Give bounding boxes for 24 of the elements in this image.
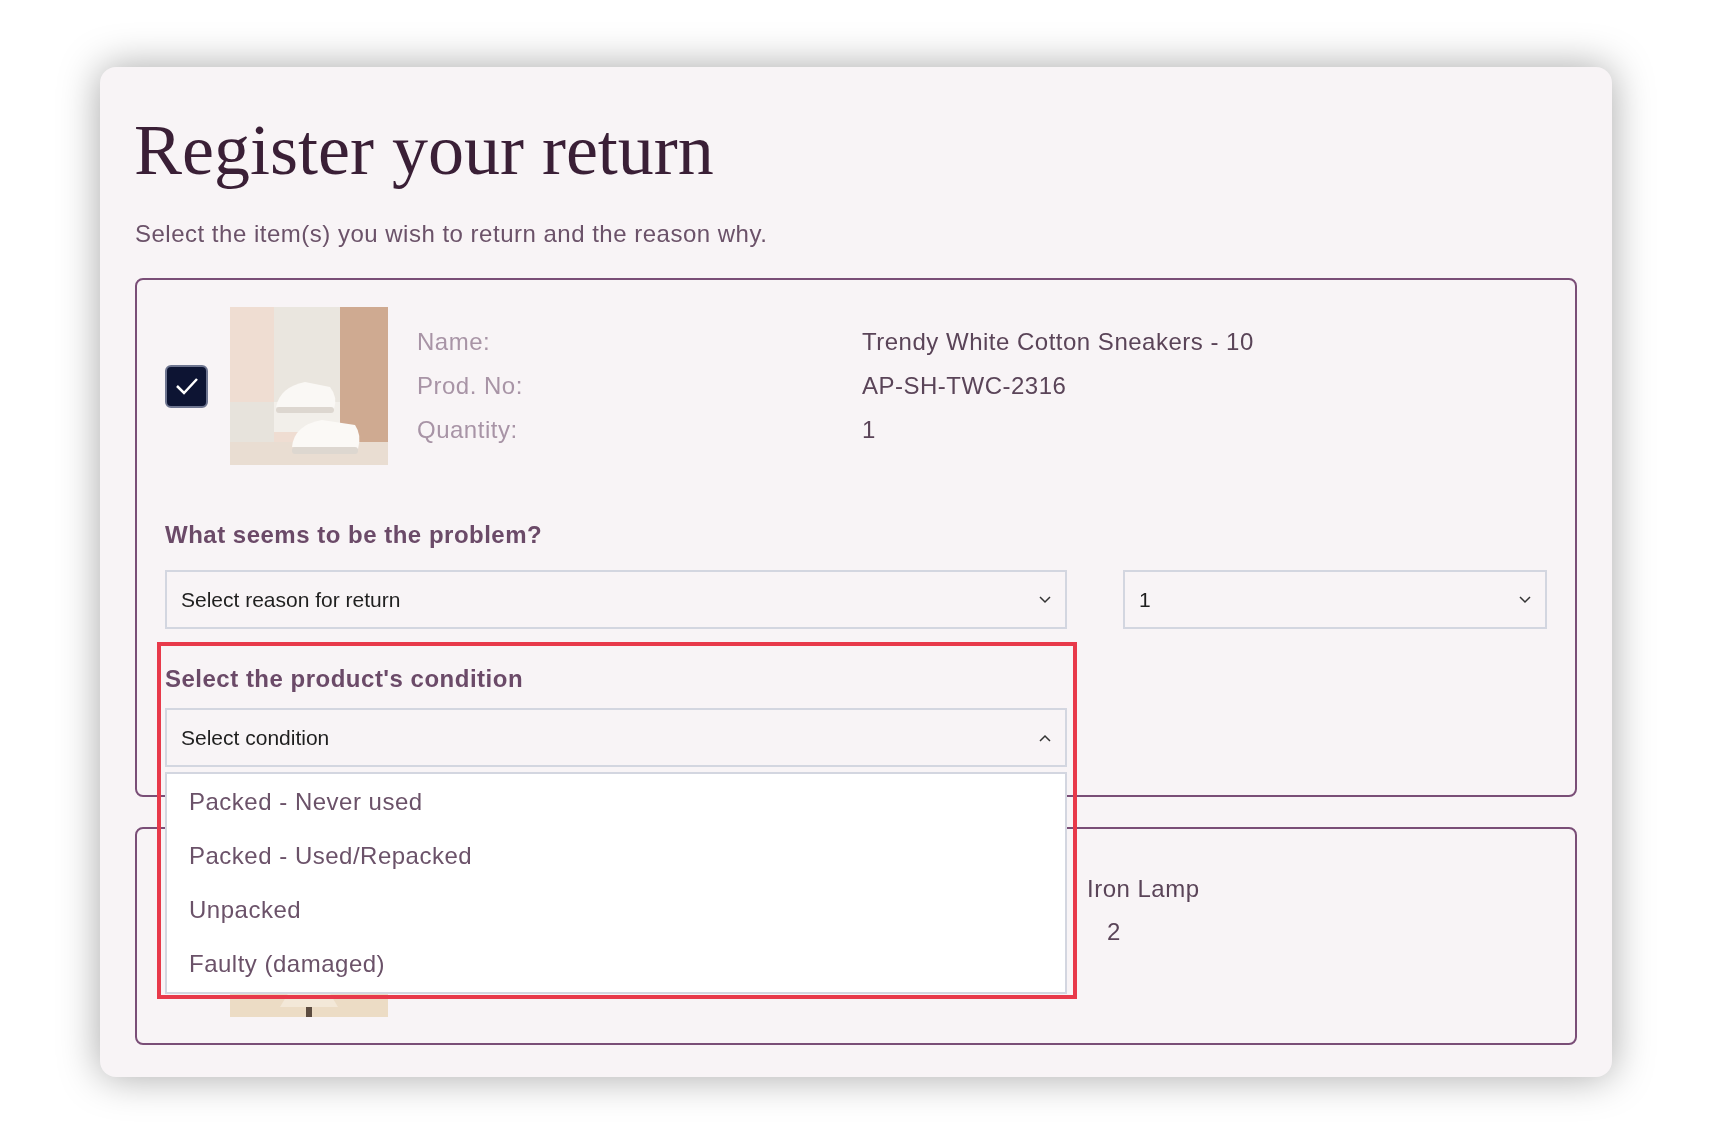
- field-value: 2: [1107, 917, 1122, 947]
- reason-select[interactable]: Select reason for return: [165, 570, 1067, 629]
- dropdown-option[interactable]: Unpacked: [167, 883, 1065, 937]
- field-label: Name:: [417, 327, 492, 357]
- check-icon: [174, 377, 199, 395]
- field-value: Trendy White Cotton Sneakers - 10: [862, 327, 1254, 357]
- dropdown-option[interactable]: Faulty (damaged): [167, 937, 1065, 991]
- field-value: 1: [862, 415, 877, 445]
- field-value: Iron Lamp: [1087, 874, 1200, 904]
- caret-icon: [1039, 595, 1051, 604]
- page-subtitle: Select the item(s) you wish to return and the reason why.: [135, 219, 769, 249]
- problem-heading: What seems to be the problem?: [165, 520, 544, 550]
- condition-select[interactable]: Select condition: [165, 708, 1067, 767]
- condition-heading: Select the product's condition: [165, 664, 525, 694]
- field-value: AP-SH-TWC-2316: [862, 371, 1068, 401]
- field-label: Quantity:: [417, 415, 519, 445]
- caret-icon: [1519, 595, 1531, 604]
- page-title: Register your return: [134, 109, 715, 192]
- caret-icon: [1039, 733, 1051, 742]
- item-checkbox[interactable]: [165, 364, 208, 408]
- dropdown-option[interactable]: Packed - Never used: [167, 775, 1065, 829]
- quantity-select[interactable]: 1: [1123, 570, 1547, 629]
- dropdown-option[interactable]: Packed - Used/Repacked: [167, 829, 1065, 883]
- field-label: Prod. No:: [417, 371, 524, 401]
